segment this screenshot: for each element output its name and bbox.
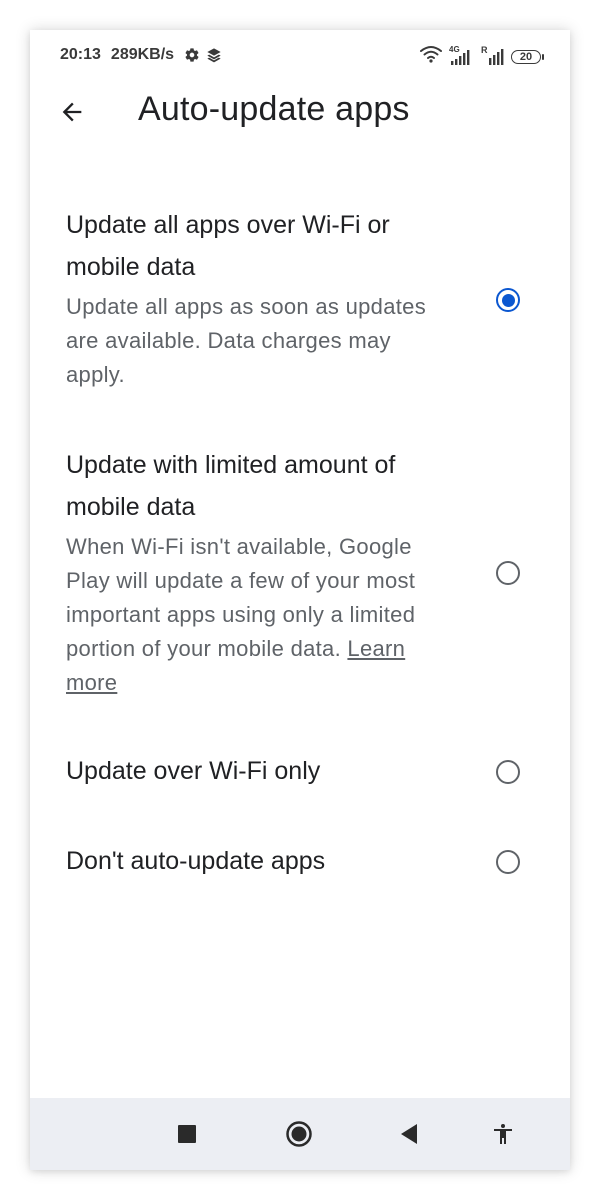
option-dont-auto-update[interactable]: Don't auto-update apps — [66, 840, 536, 882]
settings-gear-icon — [184, 47, 200, 63]
status-bar: 20:13 289KB/s 4G R 20 — [30, 30, 570, 82]
back-button[interactable] — [56, 96, 88, 128]
phone-screen: 20:13 289KB/s 4G R 20 Auto-update apps U… — [30, 30, 570, 1170]
recents-button[interactable] — [171, 1118, 203, 1150]
accessibility-button[interactable] — [487, 1118, 519, 1150]
signal-roaming-icon: R — [481, 45, 505, 66]
option-title: Don't auto-update apps — [66, 847, 326, 875]
network-speed: 289KB/s — [110, 46, 175, 63]
battery-tip — [542, 53, 544, 60]
page-title: Auto-update apps — [138, 90, 410, 128]
battery-icon: 20 — [511, 49, 541, 64]
radio-dont-auto-update[interactable] — [496, 850, 520, 874]
home-circle-icon — [285, 1120, 313, 1148]
status-right: 4G R 20 — [413, 45, 544, 68]
battery-level: 20 — [519, 50, 533, 63]
option-limited-mobile-data[interactable]: Update with limited amount of mobile dat… — [66, 444, 536, 700]
option-description: Update all apps as soon as updates are a… — [66, 294, 426, 387]
back-nav-button[interactable] — [393, 1118, 425, 1150]
radio-wifi-only[interactable] — [496, 760, 520, 784]
radio-limited-mobile-data[interactable] — [496, 561, 520, 585]
option-wifi-only[interactable]: Update over Wi-Fi only — [66, 750, 536, 792]
app-header: Auto-update apps — [30, 82, 570, 150]
radio-selected-dot — [501, 293, 515, 307]
signal-4g-icon: 4G — [449, 45, 475, 66]
option-title: Update over Wi-Fi only — [66, 757, 321, 785]
recents-square-icon — [177, 1124, 197, 1144]
system-nav-bar — [30, 1098, 570, 1170]
wifi-icon — [419, 45, 443, 68]
arrow-left-icon — [58, 98, 86, 126]
home-button[interactable] — [283, 1118, 315, 1150]
accessibility-icon — [491, 1122, 515, 1146]
screenshot-canvas: 20:13 289KB/s 4G R 20 Auto-update apps U… — [0, 0, 600, 1200]
radio-update-all-apps[interactable] — [496, 288, 520, 312]
option-update-all-apps[interactable]: Update all apps over Wi-Fi or mobile dat… — [66, 204, 536, 392]
option-description: When Wi-Fi isn't available, Google Play … — [66, 530, 446, 700]
option-title: Update with limited amount of mobile dat… — [66, 451, 396, 521]
option-title: Update all apps over Wi-Fi or mobile dat… — [66, 211, 390, 281]
status-left: 20:13 289KB/s — [60, 46, 222, 64]
status-time: 20:13 — [60, 46, 101, 63]
back-triangle-icon — [399, 1123, 419, 1145]
layers-icon — [206, 47, 222, 63]
